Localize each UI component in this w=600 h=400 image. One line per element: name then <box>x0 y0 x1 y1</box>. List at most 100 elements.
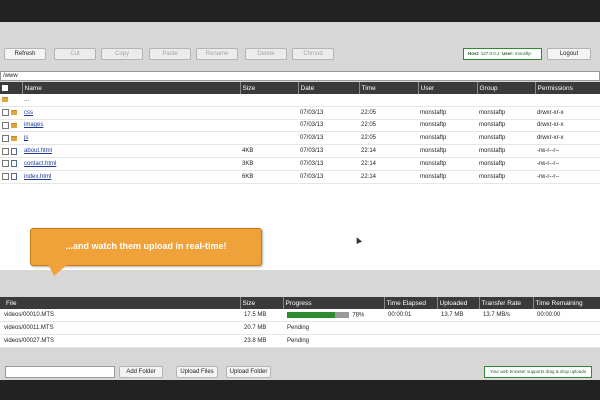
file-user: monstaftp <box>418 131 477 146</box>
folder-icon <box>10 122 17 128</box>
path-field[interactable]: /www <box>0 71 600 81</box>
file-size: 3KB <box>240 157 298 171</box>
file-permissions: -rw-r--r-- <box>535 144 600 158</box>
file-time: 22:05 <box>359 106 418 120</box>
transfer-uploaded: 13.7 MB <box>437 309 479 322</box>
document-icon <box>10 173 17 181</box>
file-date: 07/03/13 <box>298 144 359 158</box>
select-all-checkbox[interactable] <box>0 82 23 94</box>
file-group: monstaftp <box>477 157 535 171</box>
file-name-link[interactable]: js <box>24 135 28 141</box>
file-row[interactable]: css 07/03/13 22:05 monstaftp monstaftp d… <box>0 106 600 120</box>
file-permissions: drwxr-xr-x <box>535 119 600 133</box>
column-size: Size <box>240 297 284 309</box>
file-name-link[interactable]: images <box>24 122 43 128</box>
row-checkbox[interactable] <box>2 134 9 142</box>
file-row[interactable]: contact.html 3KB 07/03/13 22:14 monstaft… <box>0 157 600 171</box>
cut-button[interactable]: Cut <box>54 48 96 60</box>
file-time: 22:05 <box>359 119 418 133</box>
row-checkbox[interactable] <box>2 109 9 117</box>
file-group: monstaftp <box>477 144 535 158</box>
file-permissions: -rw-r--r-- <box>535 157 600 171</box>
column-name[interactable]: Name <box>22 82 241 94</box>
upload-files-button[interactable]: Upload Files <box>176 366 218 378</box>
column-time[interactable]: Time <box>359 82 419 94</box>
file-time: 22:14 <box>359 170 418 184</box>
document-icon <box>10 160 17 168</box>
row-checkbox[interactable] <box>2 173 9 181</box>
progress-percent: 78% <box>352 312 365 319</box>
rename-button[interactable]: Rename <box>196 48 238 60</box>
toolbar: Refresh Cut Copy Paste Rename Delete Chm… <box>0 22 600 66</box>
connection-info: Host: 127.0.0.1 User: monsftp <box>463 48 542 60</box>
paste-button[interactable]: Paste <box>149 48 191 60</box>
column-group[interactable]: Group <box>477 82 536 94</box>
column-permissions[interactable]: Permissions <box>535 82 600 94</box>
file-row[interactable]: images 07/03/13 22:05 monstaftp monstaft… <box>0 119 600 133</box>
callout-tail <box>48 264 68 276</box>
delete-button[interactable]: Delete <box>245 48 287 60</box>
progress-bar-fill <box>287 311 336 318</box>
chmod-button[interactable]: Chmod <box>292 48 334 60</box>
file-date: 07/03/13 <box>298 170 359 184</box>
file-date: 07/03/13 <box>298 106 359 120</box>
folder-icon <box>10 135 17 141</box>
transfer-rate <box>479 321 533 335</box>
file-size: 4KB <box>240 144 298 158</box>
file-name-link[interactable]: contact.html <box>24 161 56 167</box>
copy-button[interactable]: Copy <box>101 48 143 60</box>
row-checkbox[interactable] <box>2 160 9 168</box>
column-date[interactable]: Date <box>298 82 360 94</box>
file-row[interactable]: js 07/03/13 22:05 monstaftp monstaftp dr… <box>0 131 600 146</box>
column-progress: Progress <box>283 297 385 309</box>
file-name-link[interactable]: css <box>24 110 33 116</box>
add-folder-button[interactable]: Add Folder <box>119 366 163 378</box>
transfer-status: Pending <box>283 334 384 348</box>
folder-icon <box>2 96 8 102</box>
file-size <box>240 131 298 146</box>
column-transfer-rate: Transfer Rate <box>479 297 534 309</box>
transfer-size: 20.7 MB <box>240 321 283 335</box>
column-file: File <box>0 297 241 309</box>
column-user[interactable]: User <box>418 82 478 94</box>
file-group: monstaftp <box>477 170 535 184</box>
transfer-file: videos/00027.MTS <box>0 334 240 348</box>
file-row[interactable]: index.html 6KB 07/03/13 22:14 monstaftp … <box>0 170 600 184</box>
file-user: monstaftp <box>418 144 477 158</box>
file-user: monstaftp <box>418 157 477 171</box>
transfer-remaining <box>533 321 600 335</box>
file-date: 07/03/13 <box>298 157 359 171</box>
row-checkbox[interactable] <box>2 121 9 129</box>
logout-button[interactable]: Logout <box>547 48 591 60</box>
file-permissions: -rw-r--r-- <box>535 170 600 184</box>
transfer-size: 23.8 MB <box>240 334 283 348</box>
row-checkbox[interactable] <box>2 147 9 155</box>
file-user: monstaftp <box>418 106 477 120</box>
host-value: 127.0.0.1 <box>480 51 500 56</box>
transfer-row: videos/00010.MTS 17.5 MB 78% 00:00:01 13… <box>0 309 600 322</box>
document-icon <box>10 147 17 155</box>
transfer-rate <box>479 334 533 348</box>
file-permissions <box>535 94 600 107</box>
file-name[interactable]: ... <box>22 94 240 107</box>
column-size[interactable]: Size <box>240 82 299 94</box>
file-row-parent[interactable]: ... <box>0 94 600 107</box>
refresh-button[interactable]: Refresh <box>4 48 46 60</box>
upload-folder-button[interactable]: Upload Folder <box>226 366 271 378</box>
file-name-link[interactable]: index.html <box>24 174 51 180</box>
file-group <box>477 94 535 107</box>
new-folder-input[interactable] <box>5 366 115 378</box>
transfer-progress: 78% <box>283 309 384 322</box>
transfer-file: videos/00011.MTS <box>0 321 240 335</box>
file-size <box>240 106 298 120</box>
transfer-remaining <box>533 334 600 348</box>
file-user <box>418 94 477 107</box>
transfer-table-header: File Size Progress Time Elapsed Uploaded… <box>0 297 600 309</box>
file-row[interactable]: about.html 4KB 07/03/13 22:14 monstaftp … <box>0 144 600 158</box>
file-group: monstaftp <box>477 131 535 146</box>
file-name-link[interactable]: about.html <box>24 148 52 154</box>
transfer-elapsed <box>384 321 437 335</box>
file-permissions: drwxr-xr-x <box>535 106 600 120</box>
transfer-row: videos/00027.MTS 23.8 MB Pending <box>0 334 600 348</box>
ftp-client-window: Refresh Cut Copy Paste Rename Delete Chm… <box>0 22 600 380</box>
